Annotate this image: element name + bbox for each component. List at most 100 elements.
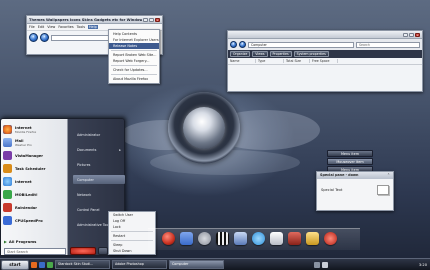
special-pane: Special pane - down ⌃ Special Text [316, 171, 394, 211]
chevron-right-icon: ▸ [119, 147, 121, 152]
close-button[interactable]: × [415, 32, 420, 37]
col-type[interactable]: Type [256, 59, 284, 63]
pinned-mail[interactable]: Mail Washer Pro [1, 136, 68, 149]
about-item[interactable]: About Mozilla Firefox [109, 76, 159, 82]
arrow-right-icon: ▶ [4, 238, 7, 244]
explorer-window[interactable]: × ‹ › Computer Search Organize Views Pro… [227, 30, 423, 92]
minimize-button[interactable] [403, 32, 408, 37]
back-icon[interactable]: ‹ [29, 33, 38, 42]
col-total-size[interactable]: Total Size [284, 59, 310, 63]
recent-mobiledit[interactable]: MOBILedit! [1, 188, 68, 201]
power-icon[interactable] [324, 232, 337, 245]
pinned-internet[interactable]: Internet Mozilla Firefox [1, 123, 68, 136]
search-input[interactable]: Search [356, 41, 420, 48]
collapse-icon[interactable]: ⌃ [387, 172, 390, 179]
report-forgery-item[interactable]: Report Web Forgery... [109, 58, 159, 64]
blue-folder-icon[interactable] [180, 232, 193, 245]
recent-label: Task Scheduler [15, 166, 46, 171]
menu-divider [111, 50, 157, 51]
recent-task-scheduler[interactable]: Task Scheduler [1, 162, 68, 175]
release-notes-item[interactable]: Release Notes [109, 43, 159, 49]
recent-internet[interactable]: Internet [1, 175, 68, 188]
music-icon[interactable] [270, 232, 283, 245]
menu-favorites[interactable]: Favorites [58, 25, 73, 29]
vistamanager-icon [3, 151, 12, 160]
browser-titlebar[interactable]: Themes Wallpapers Icons Skins Gadgets et… [27, 16, 162, 24]
place-computer[interactable]: Computer [73, 175, 125, 184]
document-icon [377, 185, 389, 195]
system-properties-button[interactable]: System properties [293, 51, 329, 57]
task-skin-studio[interactable]: Stardock Skin Studi... [55, 260, 110, 269]
menu-edit[interactable]: Edit [38, 25, 45, 29]
all-programs-button[interactable]: ▶ All Programs [4, 237, 66, 245]
menu-file[interactable]: File [29, 25, 35, 29]
globe-icon[interactable] [252, 232, 265, 245]
special-pane-title: Special pane - down [320, 173, 359, 177]
clock[interactable]: 3:20 [419, 263, 427, 267]
task-computer[interactable]: Computer [169, 260, 224, 269]
network-icon[interactable] [314, 261, 321, 268]
desktop-quicklaunch-icon[interactable] [39, 261, 45, 268]
start-search-input[interactable]: Start Search [4, 248, 66, 255]
mouseover-item-button[interactable]: Mouseover item [327, 158, 373, 165]
start-button[interactable]: start [1, 259, 29, 270]
organize-button[interactable]: Organize [230, 51, 251, 57]
place-network[interactable]: Network [73, 187, 125, 202]
firefox-quicklaunch-icon[interactable] [31, 261, 37, 268]
recent-label: CPUSpeedPro [15, 218, 43, 223]
views-button[interactable]: Views [252, 51, 268, 57]
forward-icon[interactable]: › [40, 33, 49, 42]
mail-icon [3, 138, 12, 147]
menu-divider [111, 231, 153, 232]
clapper-icon[interactable] [216, 232, 229, 245]
menu-divider [111, 65, 157, 66]
recent-label: MOBILedit! [15, 192, 38, 197]
clock-icon [3, 164, 12, 173]
task-photoshop[interactable]: Adobe Photoshop [112, 260, 167, 269]
place-documents[interactable]: Documents ▸ [73, 142, 125, 157]
check-updates-item[interactable]: Check for Updates... [109, 67, 159, 73]
power-options-button[interactable] [98, 247, 108, 255]
explorer-titlebar[interactable]: × [228, 31, 422, 39]
column-header: Name Type Total Size Free Space [228, 58, 422, 65]
col-name[interactable]: Name [228, 59, 256, 63]
start-menu: Internet Mozilla Firefox Mail Washer Pro V… [0, 118, 125, 256]
recent-label: Rainlendar [15, 205, 37, 210]
calendar-icon [3, 203, 12, 212]
place-administrator[interactable]: Administrator [73, 127, 125, 142]
menu-help[interactable]: Help [88, 25, 98, 29]
address-bar[interactable]: Computer [248, 41, 354, 48]
recent-cpuspeedpro[interactable]: CPUSpeedPro [1, 214, 68, 227]
browser-title: Themes Wallpapers Icons Skins Gadgets et… [29, 17, 142, 22]
menu-view[interactable]: View [47, 25, 55, 29]
trash-icon[interactable] [288, 232, 301, 245]
all-programs-label: All Programs [8, 238, 37, 244]
recent-vistamanager[interactable]: VistaManager [1, 149, 68, 162]
explorer-toolbar: Organize Views Properties System propert… [228, 50, 422, 58]
menu-divider [111, 74, 157, 75]
power-button[interactable] [70, 247, 96, 255]
globe-icon [3, 177, 12, 186]
app-quicklaunch-icon[interactable] [47, 261, 53, 268]
recent-rainlendar[interactable]: Rainlendar [1, 201, 68, 214]
col-free-space[interactable]: Free Space [310, 59, 338, 63]
red-ball-icon[interactable] [162, 232, 175, 245]
pinned-sub: Washer Pro [15, 142, 32, 147]
monitor-icon[interactable] [234, 232, 247, 245]
properties-button[interactable]: Properties [269, 51, 292, 57]
back-icon[interactable]: ‹ [230, 41, 237, 48]
volume-icon[interactable] [322, 261, 329, 268]
forward-icon[interactable]: › [239, 41, 246, 48]
maximize-button[interactable] [149, 17, 154, 22]
special-pane-header[interactable]: Special pane - down ⌃ [317, 172, 393, 179]
help-dropdown: Help Contents For Internet Explorer User… [108, 29, 160, 84]
minimize-button[interactable] [143, 17, 148, 22]
phone-icon [3, 190, 12, 199]
close-button[interactable]: × [155, 17, 160, 22]
lock-icon[interactable] [306, 232, 319, 245]
place-pictures[interactable]: Pictures [73, 157, 125, 172]
menu-tools[interactable]: Tools [77, 25, 85, 29]
gear-icon[interactable] [198, 232, 211, 245]
maximize-button[interactable] [409, 32, 414, 37]
menu-item-button[interactable]: Menu item [327, 150, 373, 157]
